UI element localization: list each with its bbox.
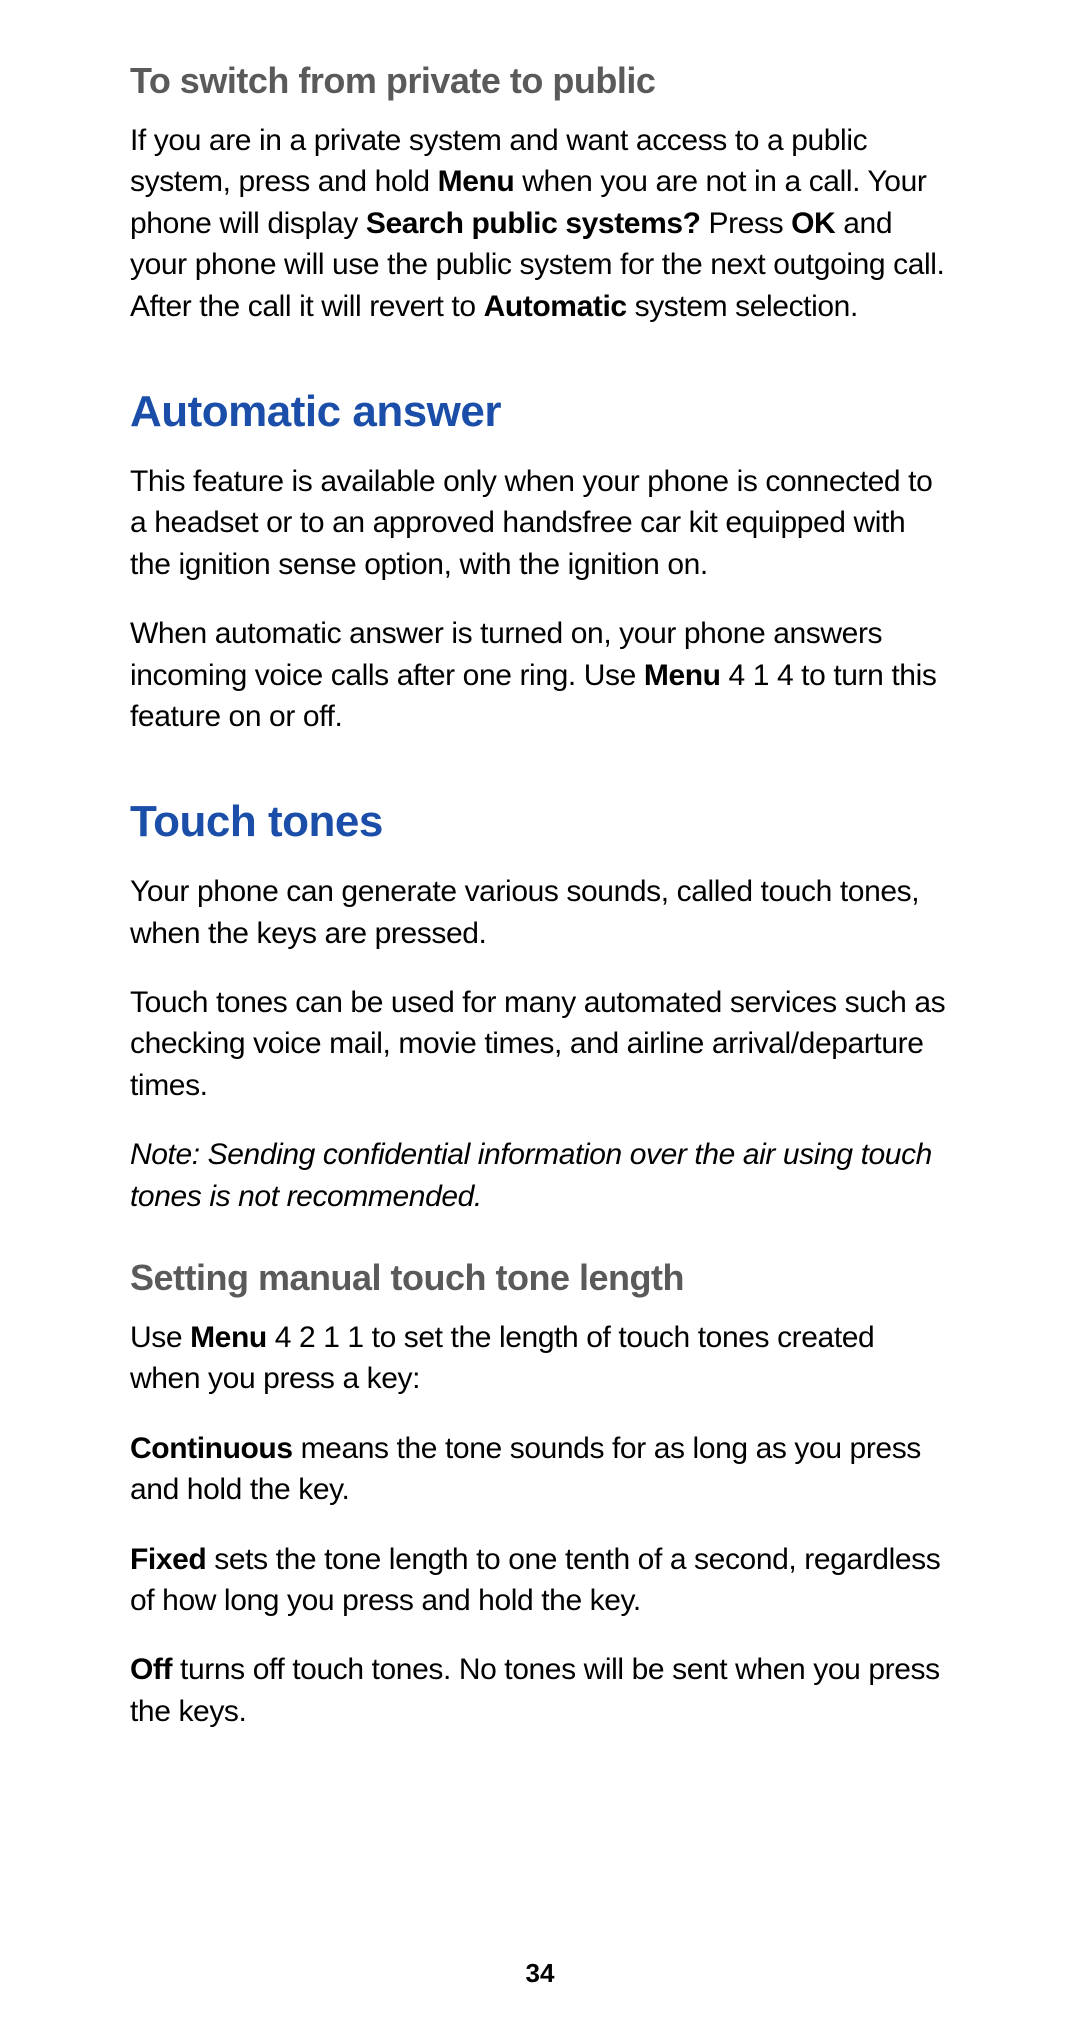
text-run: Press — [701, 207, 792, 240]
bold-menu: Menu — [644, 659, 721, 692]
text-run: turns off touch tones. No tones will be … — [130, 1653, 940, 1727]
subheading-switch-private-public: To switch from private to public — [130, 60, 950, 102]
bold-fixed: Fixed — [130, 1543, 206, 1576]
text-run: sets the tone length to one tenth of a s… — [130, 1543, 940, 1617]
paragraph-switch-instructions: If you are in a private system and want … — [130, 120, 950, 327]
text-run: system selection. — [627, 290, 858, 323]
text-run: Use — [130, 1321, 190, 1354]
heading-automatic-answer: Automatic answer — [130, 387, 950, 437]
paragraph-touch-tones-intro: Your phone can generate various sounds, … — [130, 871, 950, 954]
page-number: 34 — [0, 1958, 1080, 1989]
bold-automatic: Automatic — [484, 290, 627, 323]
paragraph-auto-answer-usage: When automatic answer is turned on, your… — [130, 613, 950, 737]
bold-menu: Menu — [190, 1321, 267, 1354]
bold-off: Off — [130, 1653, 172, 1686]
subheading-setting-tone-length: Setting manual touch tone length — [130, 1257, 950, 1299]
bold-continuous: Continuous — [130, 1432, 293, 1465]
bold-ok: OK — [791, 207, 835, 240]
paragraph-continuous-option: Continuous means the tone sounds for as … — [130, 1428, 950, 1511]
paragraph-set-length-instructions: Use Menu 4 2 1 1 to set the length of to… — [130, 1317, 950, 1400]
paragraph-auto-answer-availability: This feature is available only when your… — [130, 461, 950, 585]
paragraph-touch-tones-uses: Touch tones can be used for many automat… — [130, 982, 950, 1106]
document-page: To switch from private to public If you … — [0, 0, 1080, 2039]
heading-touch-tones: Touch tones — [130, 797, 950, 847]
bold-search-public: Search public systems? — [366, 207, 701, 240]
note-confidential-warning: Note: Sending confidential information o… — [130, 1134, 950, 1217]
paragraph-off-option: Off turns off touch tones. No tones will… — [130, 1649, 950, 1732]
paragraph-fixed-option: Fixed sets the tone length to one tenth … — [130, 1539, 950, 1622]
bold-menu: Menu — [438, 165, 515, 198]
